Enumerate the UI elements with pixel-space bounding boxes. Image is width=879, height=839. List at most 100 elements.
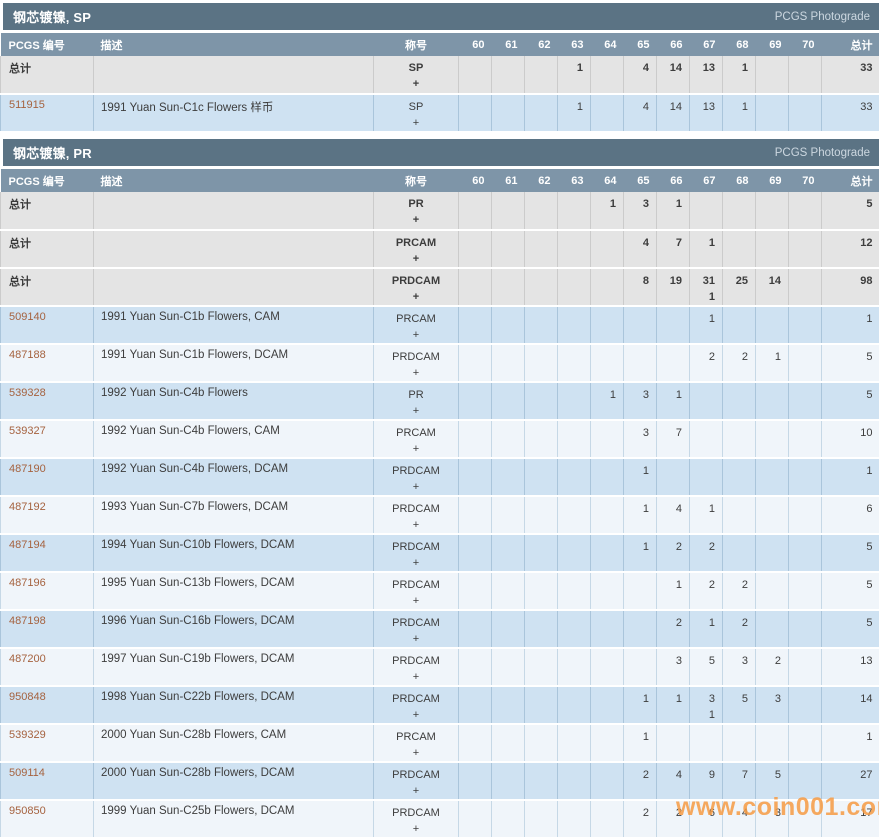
cell-plus-value xyxy=(492,251,517,267)
cell-plus-value xyxy=(822,555,873,571)
grade-cell-69 xyxy=(756,534,789,572)
cell-plus-value: + xyxy=(374,479,458,495)
cell-value: 2 xyxy=(690,577,715,593)
cell-plus-value xyxy=(492,479,517,495)
cell-plus-value xyxy=(657,479,682,495)
grade-cell-66: 1 xyxy=(657,192,690,230)
cell-plus-value xyxy=(723,821,748,837)
cell-plus-value xyxy=(723,251,748,267)
cell-value xyxy=(789,805,814,821)
photograde-link[interactable]: PCGS Photograde xyxy=(775,147,870,159)
cell-value: 7 xyxy=(657,235,682,251)
cell-value xyxy=(591,463,616,479)
row-total-cell: 14 xyxy=(822,686,879,724)
pcgs-number-cell: 487192 xyxy=(1,496,94,534)
description-cell xyxy=(94,230,374,268)
cell-value: PR xyxy=(374,387,458,403)
cell-value: 1 xyxy=(690,501,715,517)
col-header-grade-65: 65 xyxy=(624,169,657,192)
pcgs-number-link[interactable]: 950848 xyxy=(9,691,46,703)
cell-plus-value xyxy=(657,289,682,305)
cell-plus-value xyxy=(492,669,517,685)
cell-plus-value xyxy=(525,115,550,131)
grade-cell-64 xyxy=(591,534,624,572)
cell-plus-value xyxy=(690,251,715,267)
pcgs-number-link[interactable]: 487200 xyxy=(9,653,46,665)
pcgs-number-link[interactable]: 487198 xyxy=(9,615,46,627)
grade-cell-62 xyxy=(525,724,558,762)
cell-plus-value xyxy=(459,403,484,419)
cell-value xyxy=(558,539,583,555)
cell-plus-value xyxy=(558,289,583,305)
cell-value: PRDCAM xyxy=(374,463,458,479)
cell-plus-value xyxy=(459,517,484,533)
cell-value xyxy=(723,729,748,745)
cell-plus-value xyxy=(822,631,873,647)
cell-plus-value xyxy=(690,821,715,837)
cell-value xyxy=(492,539,517,555)
cell-value xyxy=(591,273,616,289)
grade-cell-62 xyxy=(525,762,558,800)
pcgs-number-link[interactable]: 511915 xyxy=(9,99,45,111)
cell-value xyxy=(756,387,781,403)
cell-plus-value xyxy=(789,441,814,457)
pcgs-number-link[interactable]: 539327 xyxy=(9,425,46,437)
grade-cell-60 xyxy=(459,382,492,420)
cell-value xyxy=(756,615,781,631)
cell-value: 1 xyxy=(624,691,649,707)
cell-plus-value xyxy=(558,251,583,267)
cell-value xyxy=(723,196,748,212)
cell-plus-value xyxy=(756,555,781,571)
grade-cell-66 xyxy=(657,344,690,382)
description-cell: 1996 Yuan Sun-C16b Flowers, DCAM xyxy=(94,610,374,648)
grade-cell-68 xyxy=(723,306,756,344)
cell-plus-value xyxy=(492,441,517,457)
cell-plus-value xyxy=(756,365,781,381)
cell-plus-value xyxy=(591,783,616,799)
pcgs-number-link[interactable]: 487188 xyxy=(9,349,46,361)
cell-value: 1 xyxy=(558,99,583,115)
grade-cell-64 xyxy=(591,306,624,344)
cell-value xyxy=(756,577,781,593)
photograde-link[interactable]: PCGS Photograde xyxy=(775,11,870,23)
pcgs-number-link[interactable]: 509140 xyxy=(9,311,46,323)
cell-plus-value xyxy=(459,669,484,685)
cell-plus-value xyxy=(624,365,649,381)
cell-plus-value xyxy=(558,669,583,685)
cell-value xyxy=(723,235,748,251)
pcgs-number-link[interactable]: 487196 xyxy=(9,577,46,589)
pcgs-number-link[interactable]: 950850 xyxy=(9,805,46,817)
pcgs-number-cell: 539329 xyxy=(1,724,94,762)
grade-cell-65: 8 xyxy=(624,268,657,306)
cell-value: 3 xyxy=(657,653,682,669)
cell-value xyxy=(525,311,550,327)
pcgs-number-link[interactable]: 539328 xyxy=(9,387,46,399)
table-row: 4871961995 Yuan Sun-C13b Flowers, DCAMPR… xyxy=(1,572,879,610)
cell-value xyxy=(789,539,814,555)
pcgs-number-link[interactable]: 539329 xyxy=(9,729,46,741)
cell-plus-value xyxy=(789,745,814,761)
cell-value xyxy=(756,311,781,327)
cell-plus-value: + xyxy=(374,555,458,571)
cell-plus-value xyxy=(624,783,649,799)
pcgs-number-link[interactable]: 487190 xyxy=(9,463,46,475)
cell-value xyxy=(789,463,814,479)
pcgs-number-link[interactable]: 487192 xyxy=(9,501,46,513)
cell-value xyxy=(690,463,715,479)
description-cell: 1991 Yuan Sun-C1b Flowers, CAM xyxy=(94,306,374,344)
designation-cell: PRDCAM+ xyxy=(374,800,459,838)
pcgs-number-link[interactable]: 509114 xyxy=(9,767,45,779)
cell-plus-value xyxy=(525,745,550,761)
cell-plus-value xyxy=(789,212,814,228)
cell-value xyxy=(525,501,550,517)
cell-value: 5 xyxy=(822,615,873,631)
grade-cell-61 xyxy=(492,534,525,572)
pcgs-number-link[interactable]: 487194 xyxy=(9,539,46,551)
cell-value xyxy=(492,387,517,403)
cell-plus-value xyxy=(756,745,781,761)
cell-plus-value xyxy=(591,593,616,609)
section-header-bar: 钢芯镀镍, SP PCGS Photograde xyxy=(3,3,879,30)
cell-value: 14 xyxy=(756,273,781,289)
cell-value xyxy=(591,99,616,115)
cell-value xyxy=(558,463,583,479)
